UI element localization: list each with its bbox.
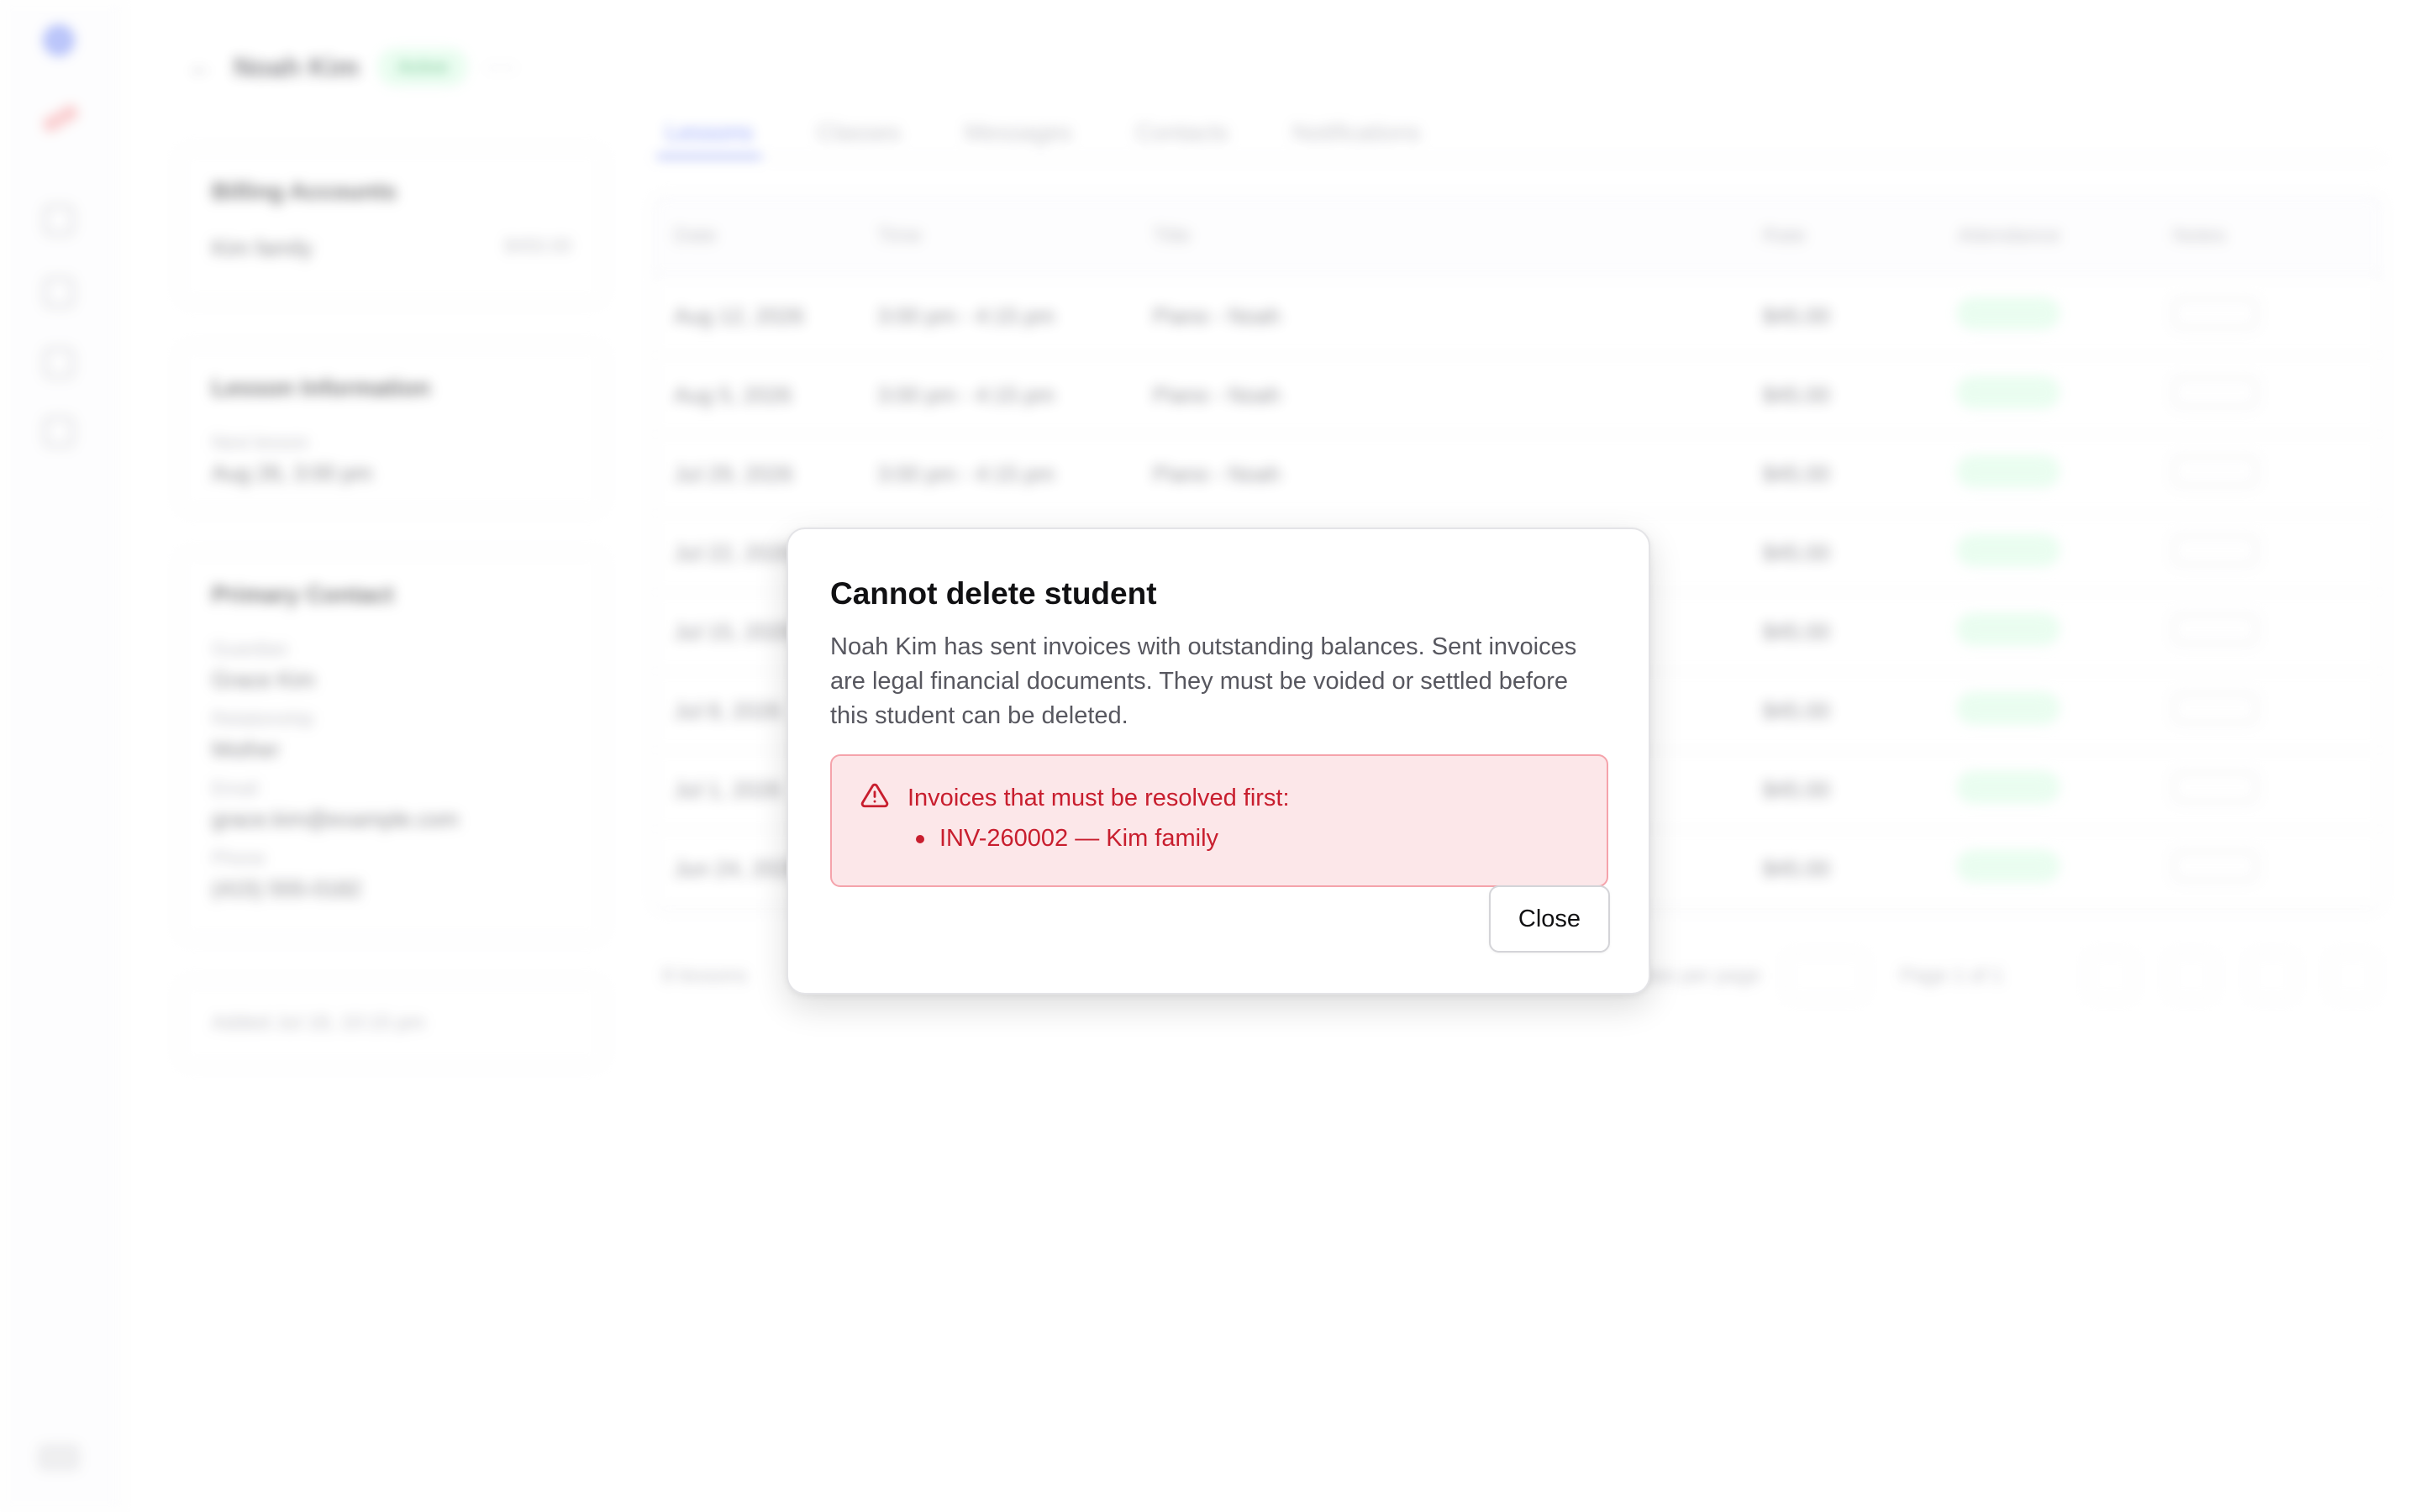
invoice-list: INV-260002 — Kim family [916, 825, 1218, 853]
invoice-alert: Invoices that must be resolved first: IN… [830, 754, 1608, 887]
close-button[interactable]: Close [1489, 885, 1610, 953]
invoice-list-item: INV-260002 — Kim family [916, 825, 1218, 853]
dialog-description: Noah Kim has sent invoices with outstand… [830, 633, 1577, 729]
alert-heading: Invoices that must be resolved first: [908, 785, 1290, 811]
dialog-title: Cannot delete student [830, 576, 1157, 611]
invoice-reference: INV-260002 — Kim family [939, 825, 1219, 852]
cannot-delete-dialog: Cannot delete student Noah Kim has sent … [786, 528, 1650, 995]
warning-triangle-icon [860, 781, 889, 810]
bullet [916, 834, 924, 843]
